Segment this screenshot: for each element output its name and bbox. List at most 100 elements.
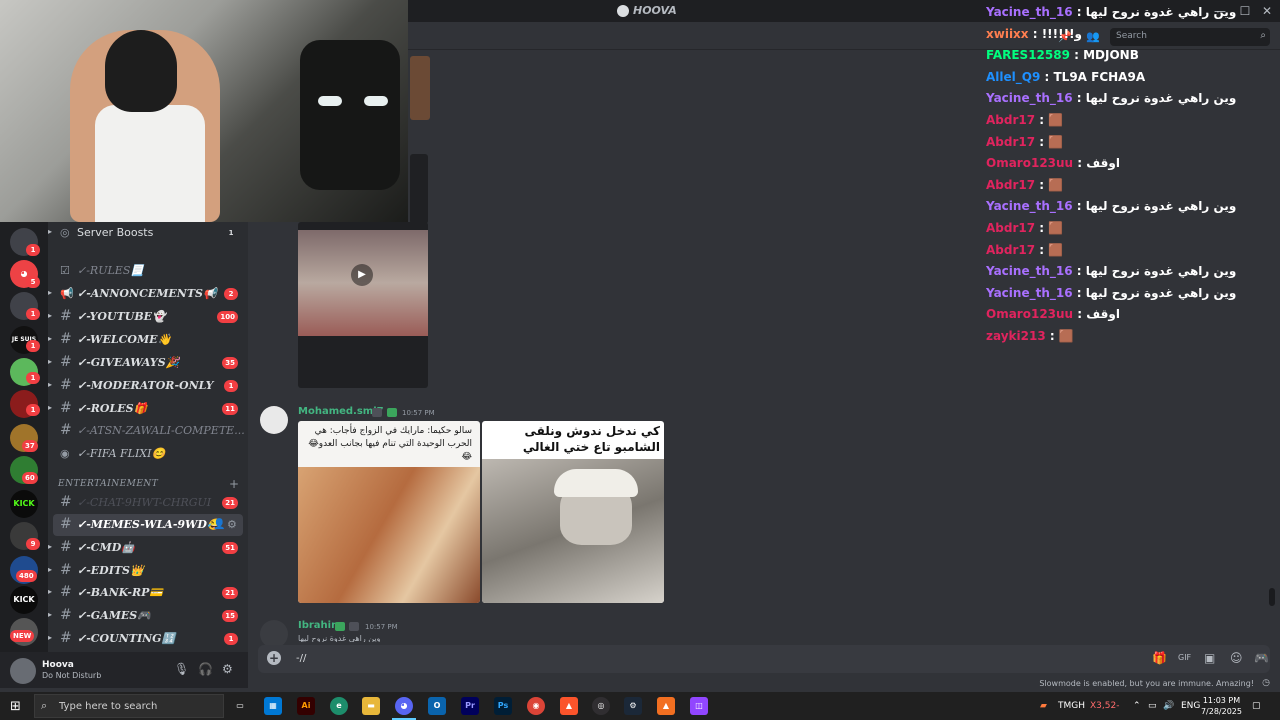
- channel-memes[interactable]: # ✓-MEMES-WLA-9WD😂 👤 ⚙: [53, 514, 243, 536]
- channel-youtube[interactable]: ▸ # ✓-YOUTUBE👻 100: [48, 306, 248, 328]
- network-icon[interactable]: ▭: [1148, 701, 1157, 711]
- channel-moderator-only[interactable]: ▸ # ✓-MODERATOR-ONLY 1: [48, 375, 248, 397]
- channel-label: ✓-MEMES-WLA-9WD😂: [77, 518, 221, 531]
- invite-icon[interactable]: 👤: [213, 519, 225, 530]
- channel-welcome[interactable]: ▸ # ✓-WELCOME👋: [48, 329, 248, 351]
- chat-username: Yacine_th_16: [986, 264, 1073, 279]
- channel-atsn-zawali[interactable]: # ✓-ATSN-ZAWALI-COMPETE...: [48, 420, 248, 442]
- chevron-right-icon: ▸: [48, 357, 53, 366]
- unread-badge: 37: [22, 440, 38, 452]
- channel-games[interactable]: ▸ # ✓-GAMES🎮 15: [48, 605, 248, 627]
- composer-input[interactable]: -//: [296, 653, 306, 664]
- kick-server-icon[interactable]: KICK: [10, 490, 38, 518]
- windows-start-icon[interactable]: ⊞: [10, 699, 21, 714]
- avatar[interactable]: [10, 658, 36, 684]
- chat-message: وين راهي غدوة نروح ليها: [1085, 199, 1237, 214]
- microphone-icon[interactable]: 🎙: [174, 662, 189, 676]
- previous-image-attachment[interactable]: [410, 56, 430, 120]
- meme-left-caption: سالو حكيما: مارايك في الزواج فأجاب: هي ا…: [308, 426, 472, 462]
- unread-badge: 51: [222, 542, 238, 554]
- emoji-icon[interactable]: ☺: [1230, 651, 1243, 665]
- flag-icon: [349, 622, 359, 631]
- meme-right-caption: كي ندخل ندوش ونلقى الشامبو تاع ختي الغال…: [522, 424, 660, 454]
- channel-roles[interactable]: ▸ # ✓-ROLES🎁 11: [48, 398, 248, 420]
- chat-username: Abdr17: [986, 221, 1036, 235]
- message-author[interactable]: Mohamed.sml7: [298, 406, 384, 417]
- flag-icon: [372, 408, 382, 417]
- file-explorer-icon[interactable]: ▬: [362, 697, 380, 715]
- edge-icon[interactable]: e: [330, 697, 348, 715]
- channel-counting[interactable]: ▸ # ✓-COUNTING🔢 1: [48, 628, 248, 650]
- gift-icon[interactable]: 🎁: [1152, 651, 1167, 665]
- gif-icon[interactable]: GIF: [1178, 653, 1191, 662]
- volume-icon[interactable]: 🔊: [1163, 701, 1174, 711]
- channel-label: ✓-FIFA FLIXI😊: [77, 447, 166, 460]
- channel-announcements[interactable]: ▸ 📢 ✓-ANNONCEMENTS📢 2: [48, 283, 248, 305]
- search-input[interactable]: Search ⌕: [1110, 28, 1270, 46]
- unread-badge: 21: [222, 587, 238, 599]
- illustrator-icon[interactable]: Ai: [297, 697, 315, 715]
- brave-icon[interactable]: ▲: [560, 697, 578, 715]
- play-icon[interactable]: ▶: [351, 264, 373, 286]
- avatar[interactable]: [260, 620, 288, 648]
- channel-giveaways[interactable]: ▸ # ✓-GIVEAWAYS🎉 35: [48, 352, 248, 374]
- message-time: 10:57 PM: [365, 623, 398, 631]
- channel-cmd[interactable]: ▸ # ✓-CMD🤖 51: [48, 537, 248, 559]
- attach-plus-icon[interactable]: +: [267, 651, 281, 665]
- weather-icon[interactable]: ▰: [1040, 701, 1047, 711]
- hash-icon: #: [60, 630, 72, 646]
- task-view-icon[interactable]: ▭: [231, 697, 249, 715]
- channel-rules[interactable]: ☑ ✓-RULES📃: [48, 260, 248, 282]
- unread-badge: 11: [222, 403, 238, 415]
- twitch-icon[interactable]: ◫: [690, 697, 708, 715]
- headphones-icon[interactable]: 🎧: [198, 662, 213, 676]
- premiere-icon[interactable]: Pr: [461, 697, 479, 715]
- chevron-right-icon: ▸: [48, 542, 53, 551]
- chat-separator: :: [1040, 69, 1054, 84]
- members-icon[interactable]: 👥: [1086, 30, 1100, 43]
- unread-badge: 1: [26, 372, 40, 384]
- previous-video-attachment[interactable]: [410, 154, 428, 224]
- category-header[interactable]: ENTERTAINEMENT: [58, 479, 158, 489]
- video-attachment[interactable]: ▶: [298, 222, 428, 388]
- taskbar-search-input[interactable]: ⌕ Type here to search: [34, 694, 224, 718]
- gear-icon[interactable]: ⚙: [222, 662, 233, 676]
- discord-taskbar-icon[interactable]: ◕: [395, 697, 413, 715]
- sticker-icon[interactable]: ▣: [1204, 651, 1215, 665]
- clock[interactable]: 11:03 PM 7/28/2025: [1201, 695, 1242, 717]
- headlight-figure: [364, 96, 388, 106]
- chrome-icon[interactable]: ◉: [527, 697, 545, 715]
- chat-message: وين راهي غدوة نروح ليها: [1085, 5, 1237, 19]
- meme-image-left[interactable]: سالو حكيما: مارايك في الزواج فأجاب: هي ا…: [298, 421, 480, 603]
- close-button[interactable]: ✕: [1252, 2, 1280, 20]
- meme-image-right[interactable]: كي ندخل ندوش ونلقى الشامبو تاع ختي الغال…: [482, 421, 664, 603]
- channel-bank-rp[interactable]: ▸ # ✓-BANK-RP💳 21: [48, 582, 248, 604]
- message-composer[interactable]: + -// 🎁 GIF ▣ ☺ 🎮: [258, 645, 1270, 673]
- channel-label: ✓-BANK-RP💳: [77, 586, 164, 599]
- user-name[interactable]: Hoova: [42, 660, 74, 670]
- channel-fifa-flixi[interactable]: ◉ ✓-FIFA FLIXI😊: [48, 443, 248, 465]
- scrollbar[interactable]: [1269, 588, 1275, 606]
- chevron-up-icon[interactable]: ⌃: [1133, 701, 1141, 711]
- unread-badge: 1: [26, 308, 40, 320]
- store-icon[interactable]: ▦: [264, 697, 282, 715]
- chat-username: Yacine_th_16: [986, 91, 1073, 106]
- channel-server-boosts[interactable]: ▸ ◎ Server Boosts 1: [48, 222, 248, 244]
- app-icon[interactable]: ▲: [657, 697, 675, 715]
- photoshop-icon[interactable]: Ps: [494, 697, 512, 715]
- outlook-icon[interactable]: O: [428, 697, 446, 715]
- chat-separator: :: [1072, 5, 1086, 19]
- activity-icon[interactable]: 🎮: [1254, 651, 1269, 665]
- avatar[interactable]: [260, 406, 288, 434]
- language-indicator[interactable]: ENG: [1181, 701, 1200, 711]
- obs-icon[interactable]: ◎: [592, 697, 610, 715]
- steam-icon[interactable]: ⚙: [624, 697, 642, 715]
- kick-server-icon[interactable]: KICK: [10, 586, 38, 614]
- notifications-icon[interactable]: ▢: [1252, 701, 1261, 711]
- chat-line: Yacine_th_16 : وين راهي غدوة نروح ليها: [986, 91, 1236, 111]
- add-channel-icon[interactable]: +: [229, 477, 239, 491]
- chat-line: Abdr17 : 🟫: [986, 221, 1063, 241]
- channel-edits[interactable]: ▸ # ✓-EDITS👑: [48, 560, 248, 582]
- channel-chat[interactable]: # ✓-CHAT-9HWT-CHRGUI 21: [48, 492, 248, 514]
- gear-icon[interactable]: ⚙: [227, 518, 237, 531]
